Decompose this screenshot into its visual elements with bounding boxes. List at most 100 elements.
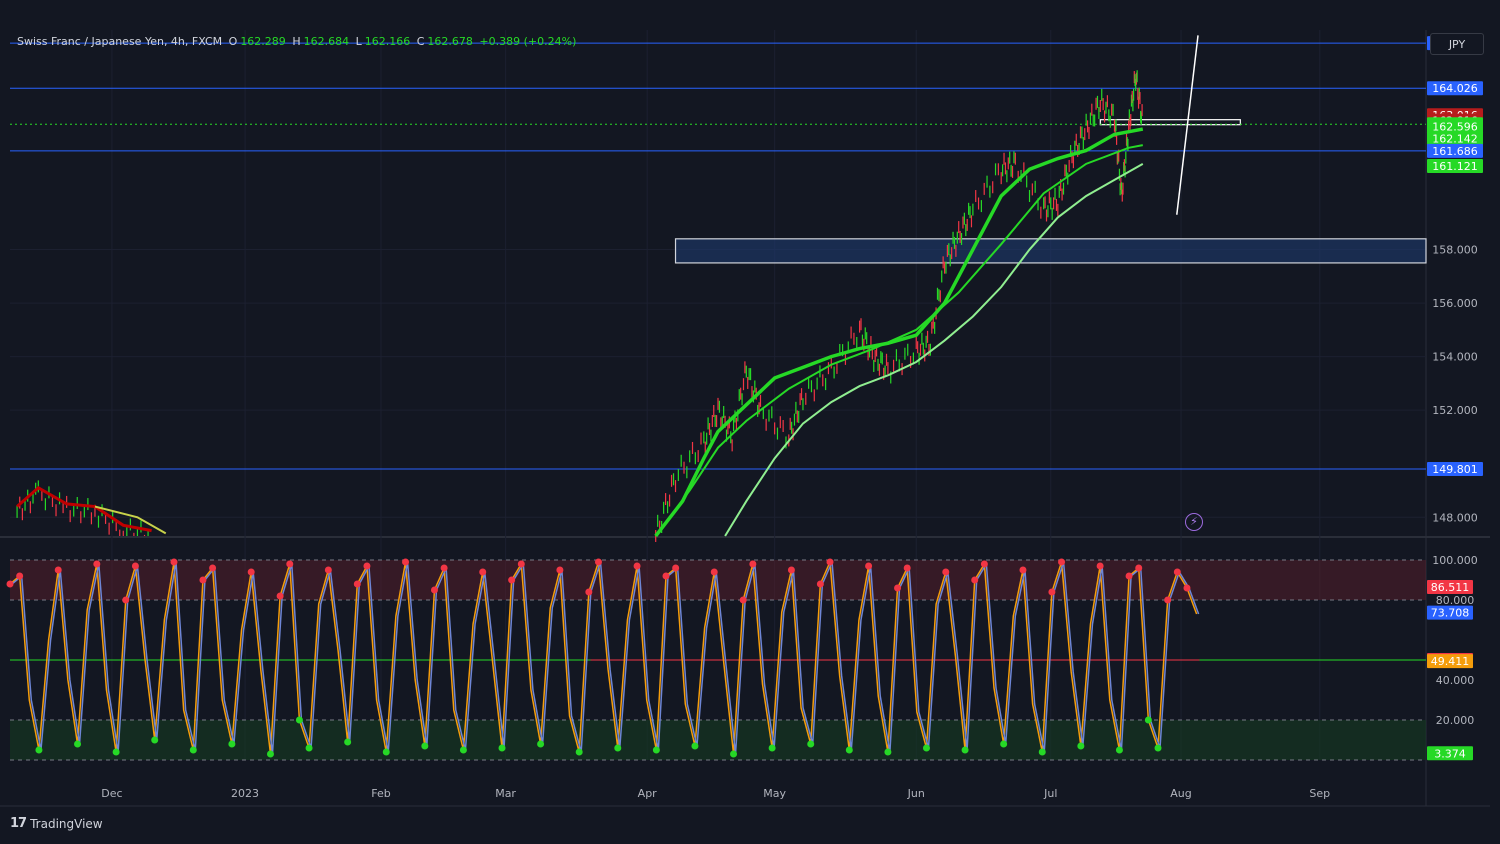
overbought-dot	[170, 558, 178, 566]
oversold-dot	[151, 736, 159, 744]
overbought-dot	[430, 586, 438, 594]
overbought-dot	[749, 560, 757, 568]
oversold-dot	[537, 740, 545, 748]
price-label: 164.026	[1432, 82, 1478, 95]
overbought-dot	[517, 560, 525, 568]
oversold-dot	[459, 746, 467, 754]
osc-y-tick-label: 100.000	[1432, 554, 1478, 567]
chart-canvas[interactable]: Dec 2023 Feb Mar Apr May Jun Jul Aug Sep 148.000 15…	[0, 0, 1500, 844]
overbought-dot	[93, 560, 101, 568]
symbol-name[interactable]: Swiss Franc / Japanese Yen, 4h, FXCM	[17, 35, 222, 48]
overbought-dot	[710, 568, 718, 576]
oversold-band	[10, 720, 1426, 760]
oversold-dot	[1144, 716, 1152, 724]
overbought-dot	[1183, 584, 1191, 592]
overbought-dot	[826, 558, 834, 566]
price-label: 149.801	[1432, 463, 1478, 476]
oversold-dot	[807, 740, 815, 748]
oversold-dot	[1115, 746, 1123, 754]
x-tick-label: Sep	[1309, 787, 1330, 800]
overbought-dot	[1164, 596, 1172, 604]
oversold-dot	[266, 750, 274, 758]
overbought-dot	[594, 558, 602, 566]
oversold-dot	[35, 746, 43, 754]
x-tick-label: Jul	[1043, 787, 1057, 800]
overbought-dot	[286, 560, 294, 568]
currency-button[interactable]: JPY	[1430, 33, 1484, 55]
overbought-dot	[971, 576, 979, 584]
oversold-dot	[730, 750, 738, 758]
x-tick-label: Mar	[495, 787, 516, 800]
overbought-dot	[1048, 588, 1056, 596]
high-value: 162.684	[303, 35, 350, 48]
x-tick-label: Aug	[1170, 787, 1191, 800]
overbought-dot	[942, 568, 950, 576]
overbought-dot	[1096, 562, 1104, 570]
y-tick-label: 152.000	[1432, 404, 1478, 417]
overbought-dot	[247, 568, 255, 576]
brand-name: TradingView	[30, 816, 103, 831]
oversold-dot	[295, 716, 303, 724]
overbought-dot	[1135, 564, 1143, 572]
overbought-dot	[131, 562, 139, 570]
oversold-dot	[74, 740, 82, 748]
oversold-dot	[1154, 744, 1162, 752]
low-value: 162.166	[364, 35, 411, 48]
overbought-dot	[672, 564, 680, 572]
overbought-dot	[1019, 566, 1027, 574]
y-tick-label: 158.000	[1432, 244, 1478, 257]
change-value: +0.389 (+0.24%)	[479, 35, 577, 48]
oversold-dot	[884, 748, 892, 756]
oversold-dot	[691, 742, 699, 750]
osc-y-tick-label: 20.000	[1436, 714, 1475, 727]
low-label: L	[355, 35, 362, 48]
oversold-dot	[1038, 748, 1046, 756]
x-tick-label: May	[763, 787, 786, 800]
overbought-dot	[402, 558, 410, 566]
overbought-dot	[556, 566, 564, 574]
oversold-dot	[845, 746, 853, 754]
oversold-dot	[1000, 740, 1008, 748]
overbought-dot	[980, 560, 988, 568]
oversold-dot	[421, 742, 429, 750]
y-tick-label: 148.000	[1432, 511, 1478, 524]
oversold-dot	[228, 740, 236, 748]
oversold-dot	[382, 748, 390, 756]
oversold-dot	[1077, 742, 1085, 750]
oversold-dot	[575, 748, 583, 756]
overbought-dot	[324, 566, 332, 574]
open-label: O	[228, 35, 238, 48]
price-label: 161.121	[1432, 160, 1478, 173]
overbought-dot	[209, 564, 217, 572]
x-tick-label: Apr	[638, 787, 658, 800]
demand-zone	[674, 238, 1427, 264]
x-tick-label: Dec	[101, 787, 122, 800]
overbought-dot	[894, 584, 902, 592]
overbought-dot	[199, 576, 207, 584]
oversold-dot	[961, 746, 969, 754]
overbought-dot	[479, 568, 487, 576]
y-tick-label: 154.000	[1432, 351, 1478, 364]
lightning-icon[interactable]: ⚡	[1185, 513, 1203, 531]
tradingview-brand[interactable]: 17 TradingView	[10, 816, 103, 831]
close-label: C	[416, 35, 425, 48]
high-label: H	[292, 35, 301, 48]
x-tick-label: Jun	[907, 787, 925, 800]
oversold-dot	[614, 744, 622, 752]
overbought-dot	[903, 564, 911, 572]
price-label: 162.596	[1432, 120, 1478, 133]
overbought-dot	[6, 580, 14, 588]
oversold-dot	[344, 738, 352, 746]
overbought-dot	[1058, 558, 1066, 566]
overbought-dot	[122, 596, 130, 604]
overbought-dot	[353, 580, 361, 588]
close-value: 162.678	[427, 35, 473, 48]
price-label: 162.142	[1432, 133, 1478, 146]
overbought-dot	[16, 572, 24, 580]
x-tick-label: Feb	[371, 787, 390, 800]
price-label: 161.686	[1432, 145, 1478, 158]
osc-y-tick-label: 80.000	[1436, 594, 1475, 607]
overbought-dot	[1125, 572, 1133, 580]
oversold-dot	[305, 744, 313, 752]
overbought-dot	[633, 562, 641, 570]
